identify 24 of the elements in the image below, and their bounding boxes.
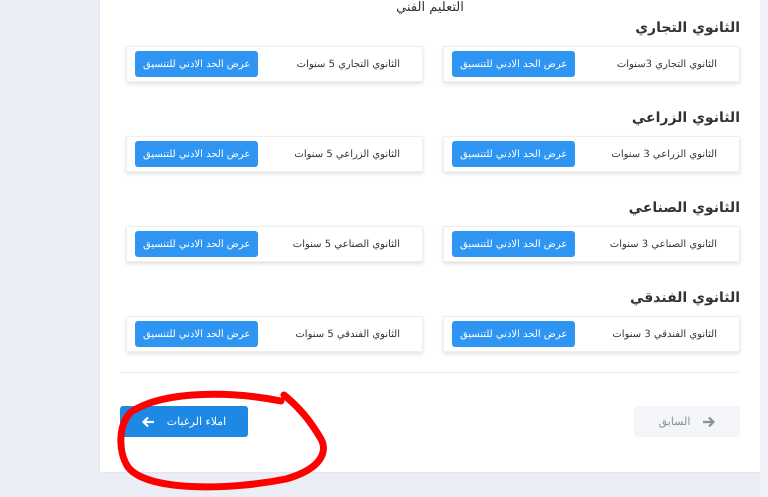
program-label: الثانوي التجاري 3سنوات (616, 58, 717, 70)
program-label: الثانوي الزراعي 5 سنوات (294, 148, 400, 160)
section-title: الثانوي الزراعي (630, 109, 740, 128)
program-label: الثانوي الصناعي 5 سنوات (292, 238, 400, 250)
program-label: الثانوي الزراعي 3 سنوات (611, 148, 717, 160)
page-title: التعليم الفني (395, 0, 465, 16)
program-label: الثانوي الصناعي 3 سنوات (610, 238, 717, 250)
show-minimum-button[interactable]: عرض الحد الادني للتنسيق (452, 321, 576, 347)
show-minimum-button[interactable]: عرض الحد الادني للتنسيق (135, 321, 258, 347)
section-title: الثانوي التجاري (634, 19, 740, 38)
program-label: الثانوي الفندقي 5 سنوات (295, 328, 400, 340)
section-title: الثانوي الفندقي (628, 289, 740, 308)
section-title: الثانوي الصناعي (628, 199, 740, 218)
show-minimum-button[interactable]: عرض الحد الادني للتنسيق (452, 141, 576, 167)
fill-preferences-button[interactable]: املاء الرغبات (120, 406, 248, 437)
show-minimum-button[interactable]: عرض الحد الادني للتنسيق (452, 51, 576, 77)
arrow-left-icon (142, 416, 155, 428)
show-minimum-button[interactable]: عرض الحد الادني للتنسيق (135, 231, 258, 257)
show-minimum-button[interactable]: عرض الحد الادني للتنسيق (135, 51, 258, 77)
show-minimum-button[interactable]: عرض الحد الادني للتنسيق (135, 141, 258, 167)
arrow-right-icon (702, 416, 716, 428)
program-label: الثانوي الفندقي 3 سنوات (612, 328, 717, 340)
show-minimum-button[interactable]: عرض الحد الادني للتنسيق (452, 231, 576, 257)
program-label: الثانوي التجاري 5 سنوات (296, 58, 400, 70)
